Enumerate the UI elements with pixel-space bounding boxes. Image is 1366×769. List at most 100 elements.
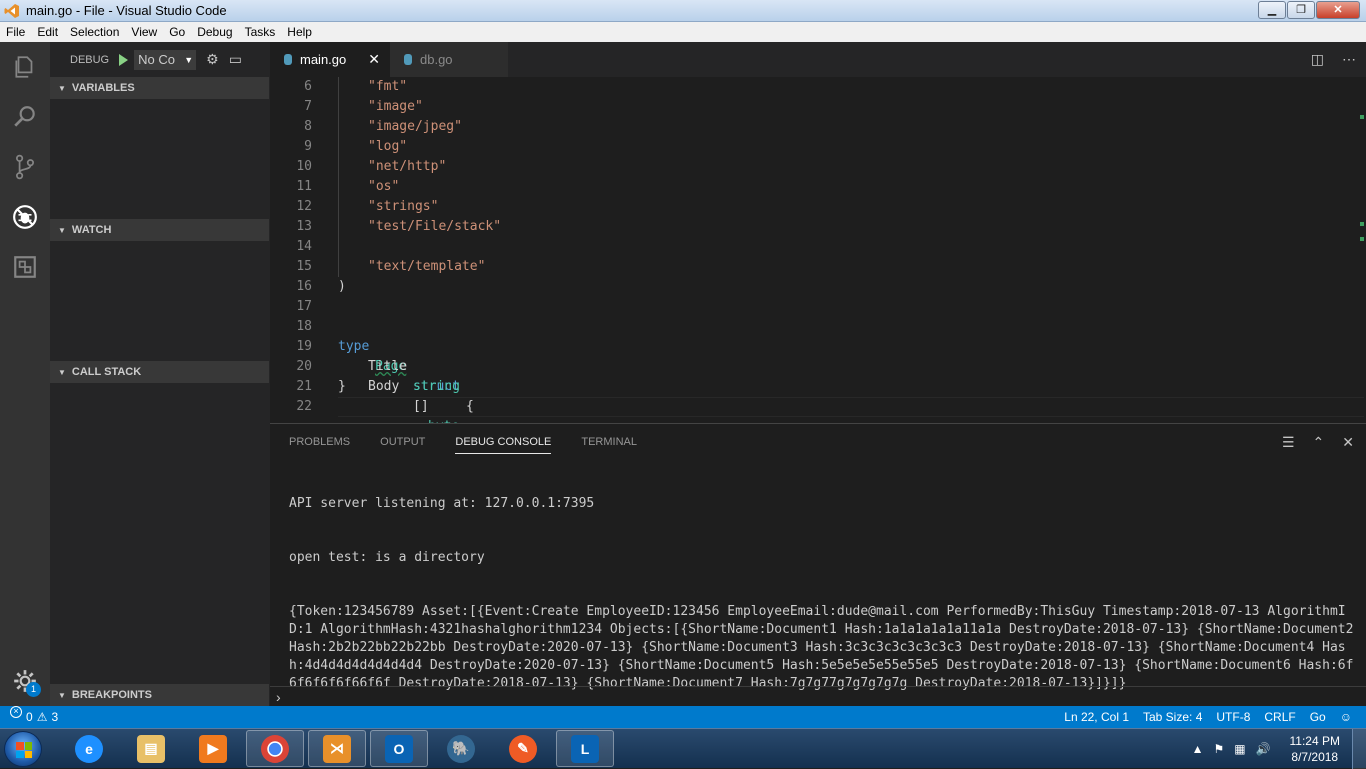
- maximize-panel-icon[interactable]: ⌃: [1313, 434, 1325, 451]
- language-mode[interactable]: Go: [1310, 706, 1326, 728]
- visual-studio-code-icon[interactable]: ⋊: [308, 730, 366, 767]
- system-tray: ▲ ⚑ ▦ 🔊 11:24 PM 8/7/2018: [1187, 729, 1366, 769]
- action-center-icon[interactable]: ⚑: [1213, 742, 1224, 756]
- section-breakpoints[interactable]: ▼ BREAKPOINTS: [50, 684, 269, 706]
- console-line: {Token:123456789 Asset:[{Event:Create Em…: [289, 604, 1362, 691]
- tab-debug-console[interactable]: DEBUG CONSOLE: [455, 436, 552, 454]
- debug-console-input[interactable]: ›: [270, 686, 1366, 707]
- code-line: 22: [296, 399, 312, 414]
- postman-icon[interactable]: ✎: [494, 730, 552, 767]
- scrollbar-marker: [1360, 222, 1364, 226]
- warning-count: 3: [51, 710, 59, 724]
- close-panel-icon[interactable]: ✕: [1342, 434, 1354, 451]
- settings-badge: 1: [26, 682, 41, 697]
- menu-debug[interactable]: Debug: [191, 25, 238, 39]
- debug-title: DEBUG: [70, 53, 110, 66]
- debug-icon[interactable]: [0, 192, 50, 242]
- postgresql-icon[interactable]: 🐘: [432, 730, 490, 767]
- menu-edit[interactable]: Edit: [31, 25, 64, 39]
- more-actions-icon[interactable]: ⋯: [1342, 51, 1356, 68]
- title-bar: main.go - File - Visual Studio Code ▁ ❐ …: [0, 0, 1366, 22]
- close-icon[interactable]: ✕: [368, 51, 380, 68]
- clock[interactable]: 11:24 PM 8/7/2018: [1290, 733, 1340, 765]
- file-explorer-icon[interactable]: ▤: [122, 730, 180, 767]
- code-line: 9 "log": [304, 139, 408, 154]
- files-icon[interactable]: [0, 42, 50, 92]
- code-line: 13 "test/File/stack": [296, 219, 502, 234]
- clear-console-icon[interactable]: ☰: [1282, 434, 1295, 451]
- feedback-icon[interactable]: ☺: [1340, 706, 1352, 728]
- menu-go[interactable]: Go: [163, 25, 191, 39]
- debug-sidebar: DEBUG No Co ▼ ⚙ ▭ ▼ VARIABLES ▼ WATCH ▼ CAL…: [50, 42, 270, 706]
- tab-terminal[interactable]: TERMINAL: [581, 436, 637, 454]
- problems-status[interactable]: × 0 ⚠ 3: [10, 706, 58, 728]
- tab-output[interactable]: OUTPUT: [380, 436, 425, 454]
- gear-icon[interactable]: [0, 656, 50, 706]
- code-line: 21}: [296, 379, 346, 394]
- tab-size[interactable]: Tab Size: 4: [1143, 706, 1202, 728]
- code-line: 20 Body [] byte: [296, 359, 459, 423]
- error-count: 0: [26, 710, 33, 724]
- code-line: 12 "strings": [296, 199, 439, 214]
- code-editor[interactable]: 6 "fmt" 7 "image" 8 "image/jpeg" 9 "log" 10 "…: [270, 77, 1366, 423]
- menu-selection[interactable]: Selection: [64, 25, 125, 39]
- code-line: 14: [296, 239, 312, 254]
- lync-icon[interactable]: L: [556, 730, 614, 767]
- tab-problems[interactable]: PROBLEMS: [289, 436, 350, 454]
- chevron-down-icon: ▼: [58, 368, 66, 377]
- extensions-icon[interactable]: [0, 242, 50, 292]
- show-hidden-icons-icon[interactable]: ▲: [1192, 742, 1204, 756]
- show-desktop-button[interactable]: [1352, 729, 1366, 769]
- windows-taskbar: e ▤ ▶ ⋊ O 🐘 ✎ L ▲ ⚑ ▦ 🔊 11:24 PM 8/7/201…: [0, 728, 1366, 769]
- search-icon[interactable]: [0, 92, 50, 142]
- start-debugging-icon[interactable]: [119, 53, 129, 66]
- clock-time: 11:24 PM: [1289, 734, 1340, 748]
- media-player-icon[interactable]: ▶: [184, 730, 242, 767]
- source-control-icon[interactable]: [0, 142, 50, 192]
- menu-file[interactable]: File: [0, 25, 31, 39]
- debug-console-icon[interactable]: ▭: [229, 51, 242, 68]
- tab-db-go[interactable]: db.go: [390, 42, 508, 77]
- chevron-down-icon: ▼: [58, 226, 66, 235]
- status-bar: × 0 ⚠ 3 Ln 22, Col 1 Tab Size: 4 UTF-8 C…: [0, 706, 1366, 728]
- code-line: 11 "os": [296, 179, 400, 194]
- code-line: 19 Title string: [296, 339, 460, 394]
- chevron-down-icon: ▼: [58, 691, 66, 700]
- section-variables[interactable]: ▼ VARIABLES: [50, 77, 269, 99]
- debug-config-select[interactable]: No Co ▼: [134, 49, 197, 70]
- section-watch[interactable]: ▼ WATCH: [50, 219, 269, 241]
- internet-explorer-icon[interactable]: e: [60, 730, 118, 767]
- chevron-down-icon: ▼: [58, 84, 66, 93]
- editor-tabs: main.go ✕ db.go ◫ ⋯: [270, 42, 1366, 77]
- code-line: 10 "net/http": [296, 159, 447, 174]
- minimize-button[interactable]: ▁: [1258, 1, 1286, 19]
- split-editor-icon[interactable]: ◫: [1311, 51, 1324, 68]
- menu-help[interactable]: Help: [281, 25, 318, 39]
- scrollbar-marker: [1360, 115, 1364, 119]
- go-file-icon: [404, 54, 412, 65]
- network-icon[interactable]: ▦: [1234, 742, 1245, 756]
- clock-date: 8/7/2018: [1291, 750, 1339, 764]
- encoding[interactable]: UTF-8: [1216, 706, 1250, 728]
- maximize-button[interactable]: ❐: [1287, 1, 1315, 19]
- code-line: 7 "image": [304, 99, 423, 114]
- activity-bar: 1: [0, 42, 50, 706]
- chrome-icon[interactable]: [246, 730, 304, 767]
- start-button[interactable]: [4, 731, 42, 767]
- close-window-button[interactable]: ✕: [1316, 1, 1360, 19]
- tab-main-go[interactable]: main.go ✕: [270, 42, 390, 77]
- outlook-icon[interactable]: O: [370, 730, 428, 767]
- console-line: API server listening at: 127.0.0.1:7395: [289, 496, 595, 511]
- warning-icon: ⚠: [36, 710, 48, 724]
- windows-logo-icon: [16, 742, 32, 758]
- menu-tasks[interactable]: Tasks: [239, 25, 282, 39]
- section-call-stack[interactable]: ▼ CALL STACK: [50, 361, 269, 383]
- gear-icon[interactable]: ⚙: [206, 51, 219, 68]
- menu-bar: File Edit Selection View Go Debug Tasks …: [0, 22, 1366, 42]
- line-ending[interactable]: CRLF: [1264, 706, 1295, 728]
- menu-view[interactable]: View: [125, 25, 163, 39]
- volume-icon[interactable]: 🔊: [1256, 742, 1271, 756]
- debug-toolbar: DEBUG No Co ▼ ⚙ ▭: [50, 42, 270, 77]
- cursor-position[interactable]: Ln 22, Col 1: [1064, 706, 1129, 728]
- vscode-app-icon: [4, 4, 19, 18]
